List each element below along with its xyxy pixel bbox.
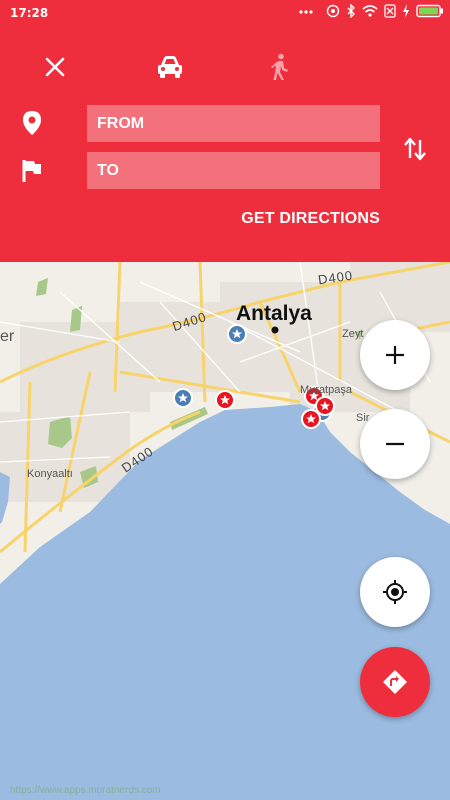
charging-icon bbox=[403, 4, 409, 18]
plus-icon bbox=[386, 346, 404, 364]
origin-marker bbox=[20, 110, 44, 136]
minus-icon bbox=[386, 442, 404, 446]
map-view[interactable]: Antalya D400 D400 D400 Konyaaltı Muratpa… bbox=[0, 262, 450, 800]
flag-icon bbox=[22, 160, 41, 182]
district-label: Konyaaltı bbox=[27, 468, 73, 480]
directions-icon bbox=[383, 670, 407, 694]
close-icon bbox=[45, 57, 65, 77]
location-pin-icon bbox=[23, 111, 41, 135]
poi-marker bbox=[215, 390, 235, 410]
district-label: er bbox=[0, 328, 15, 345]
mode-walk-button[interactable] bbox=[262, 50, 298, 84]
watermark: https://www.apps.muratnerds.com bbox=[10, 785, 161, 796]
car-icon bbox=[158, 56, 182, 78]
status-bar: 17:28 bbox=[0, 0, 450, 26]
poi-marker bbox=[173, 388, 193, 408]
poi-marker bbox=[227, 324, 247, 344]
signal-icon bbox=[299, 10, 313, 14]
poi-marker bbox=[315, 396, 335, 416]
close-button[interactable] bbox=[37, 50, 73, 84]
directions-button[interactable] bbox=[360, 647, 430, 717]
city-label: Antalya bbox=[236, 302, 312, 325]
get-directions-button[interactable]: GET DIRECTIONS bbox=[241, 210, 380, 228]
to-input[interactable]: TO bbox=[87, 152, 380, 189]
district-label: Zeyt bbox=[342, 328, 364, 340]
status-time: 17:28 bbox=[10, 6, 49, 20]
zoom-out-button[interactable] bbox=[360, 409, 430, 479]
mode-car-button[interactable] bbox=[152, 50, 188, 84]
from-input[interactable]: FROM bbox=[87, 105, 380, 142]
crosshair-icon bbox=[383, 580, 407, 604]
bluetooth-icon bbox=[347, 4, 355, 18]
city-center-dot bbox=[271, 326, 279, 334]
hotspot-icon bbox=[326, 4, 340, 18]
my-location-button[interactable] bbox=[360, 557, 430, 627]
directions-header: FROM TO GET DIRECTIONS bbox=[0, 26, 450, 262]
poi-marker bbox=[301, 409, 321, 429]
swap-button[interactable] bbox=[402, 134, 428, 164]
status-icons bbox=[298, 4, 444, 18]
zoom-in-button[interactable] bbox=[360, 320, 430, 390]
wifi-icon bbox=[362, 5, 378, 17]
destination-marker bbox=[20, 158, 44, 184]
walk-icon bbox=[271, 53, 288, 80]
swap-vertical-icon bbox=[404, 137, 426, 161]
battery-icon bbox=[416, 4, 443, 18]
district-label: Muratpaşa bbox=[300, 384, 352, 396]
no-sim-icon bbox=[384, 4, 396, 18]
